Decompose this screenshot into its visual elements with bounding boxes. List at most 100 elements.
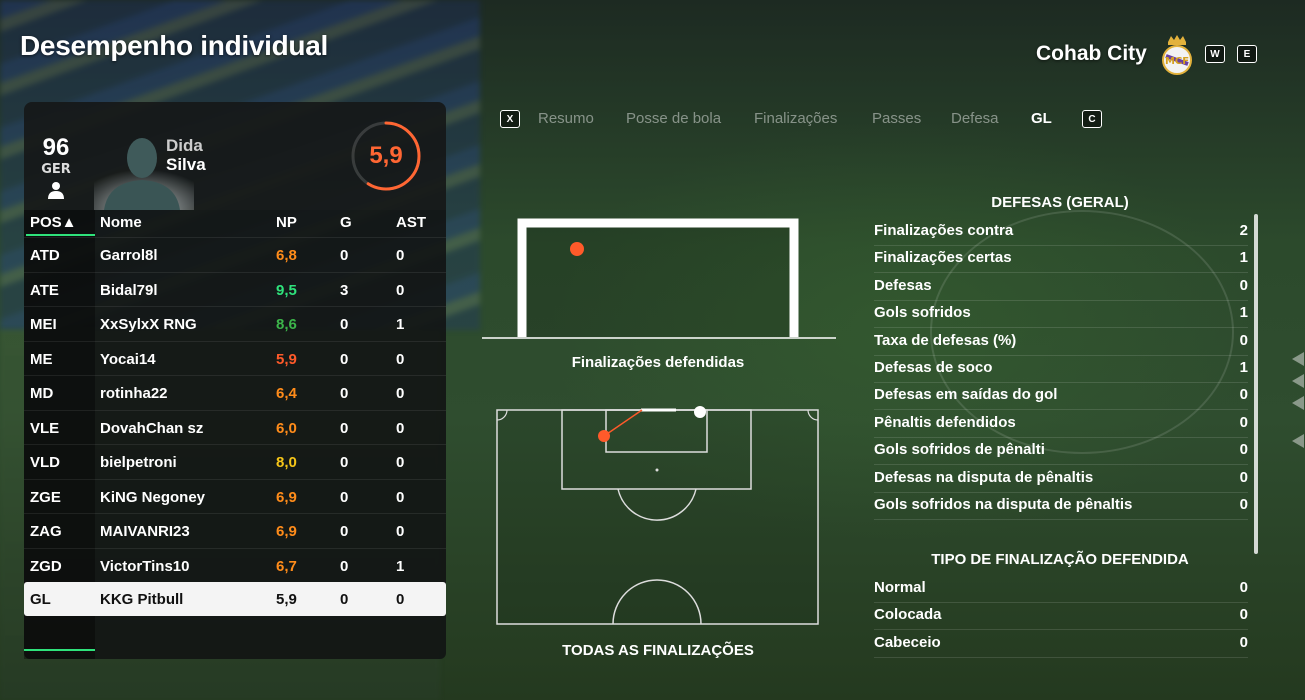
page-title: Desempenho individual [20,30,328,61]
tab-gl[interactable]: GL [1031,110,1052,127]
row-goals: 0 [340,557,349,575]
prev-team-key[interactable]: W [1205,45,1225,63]
stat-label: Finalizações certas [874,249,1012,267]
row-goals: 0 [340,454,349,471]
row-rating: 6,0 [276,419,297,437]
stat-label: Taxa de defesas (%) [874,331,1017,349]
table-row[interactable]: VLD bielpetroni 8,0 0 0 [24,444,446,479]
tab-defesa[interactable]: Defesa [951,110,999,127]
stat-row: Cabeceio 0 [874,630,1248,658]
table-row[interactable]: MEI XxSylxX RNG 8,6 0 1 [24,306,446,341]
stat-label: Defesas na disputa de pênaltis [874,468,1094,486]
stat-row: Defesas de soco 1 [874,355,1248,383]
table-row[interactable]: VLE DovahChan sz 6,0 0 0 [24,409,446,445]
row-pos: ME [30,350,53,368]
stat-row: Gols sofridos de pênalti 0 [874,437,1248,466]
stat-value: 0 [1239,468,1248,486]
stat-label: Colocada [874,606,942,624]
stat-label: Defesas [874,276,932,294]
table-header: POS▲ Nome NP G AST [24,210,446,236]
row-name: bielpetroni [100,454,177,471]
stat-value: 0 [1239,496,1248,513]
row-pos: ZGE [30,488,61,506]
player-last-name: Silva [166,155,206,174]
header-ast[interactable]: AST [396,214,426,231]
table-row[interactable]: ATD Garrol8l 6,8 0 0 [24,237,446,272]
pitch-shot-map [496,406,819,625]
row-rating: 6,9 [276,523,297,540]
player-first-name: Dida [166,136,203,155]
tab-passes[interactable]: Passes [872,110,921,127]
row-goals: 0 [340,419,349,437]
stats-scrollbar[interactable] [1254,214,1258,554]
stat-row: Gols sofridos 1 [874,300,1248,329]
header-g[interactable]: G [340,214,352,231]
stat-row: Pênaltis defendidos 0 [874,410,1248,438]
row-goals: 0 [340,247,349,264]
player-table: POS▲ Nome NP G AST ATD Garrol8l 6,8 0 0 ATE Bi… [24,210,446,659]
row-goals: 0 [340,488,349,506]
svg-text:MCF: MCF [1165,56,1189,67]
stat-label: Pênaltis defendidos [874,413,1016,431]
row-name: KiNG Negoney [100,488,206,506]
stat-row: Gols sofridos na disputa de pênaltis 0 [874,492,1248,520]
row-assists: 0 [396,350,405,368]
header-name[interactable]: Nome [100,214,142,231]
row-rating: 8,0 [276,454,297,471]
row-rating: 6,7 [276,557,297,575]
row-assists: 1 [396,557,405,575]
side-arrow-icon [1292,374,1304,388]
goal-frame-graphic [482,218,836,339]
stats-section-title-shot-type: TIPO DE FINALIZAÇÃO DEFENDIDA [931,551,1189,568]
row-name: rotinha22 [100,385,168,402]
row-assists: 0 [396,523,405,540]
table-row[interactable]: ME Yocai14 5,9 0 0 [24,340,446,376]
stat-row: Defesas 0 [874,273,1248,301]
row-goals: 0 [340,523,349,540]
row-rating: 8,6 [276,316,297,333]
row-pos: VLE [30,419,60,437]
stat-value: 0 [1239,386,1248,404]
player-position: GER [41,162,71,177]
row-pos: ATD [30,247,60,264]
stat-row: Finalizações contra 2 [874,218,1248,246]
stat-value: 0 [1239,606,1248,624]
row-rating: 9,5 [276,281,297,299]
saved-shots-label: Finalizações defendidas [571,354,745,371]
table-row[interactable]: MD rotinha22 6,4 0 0 [24,375,446,410]
row-rating: 5,9 [276,591,297,608]
shot-origin-marker [598,430,610,442]
tab-posse-de-bola[interactable]: Posse de bola [626,110,721,127]
tab-resumo[interactable]: Resumo [538,110,594,127]
tab-prev-key[interactable]: X [500,110,520,128]
next-team-key[interactable]: E [1237,45,1257,63]
row-pos: ATE [30,281,59,299]
team-crest-icon: MCF [1162,35,1192,75]
side-arrow-icon [1292,396,1304,410]
stat-label: Gols sofridos [874,304,971,322]
shot-origin-marker-2 [694,406,706,418]
row-name: MAIVANRI23 [100,523,190,540]
stat-value: 0 [1239,441,1248,459]
row-pos: MD [30,385,54,402]
table-row[interactable]: ZAG MAIVANRI23 6,9 0 0 [24,513,446,548]
saved-shot-marker [570,242,584,256]
table-row[interactable]: ZGE KiNG Negoney 6,9 0 0 [24,478,446,514]
stat-row: Defesas em saídas do gol 0 [874,382,1248,411]
table-row[interactable]: ZGD VictorTins10 6,7 0 1 [24,547,446,583]
header-pos[interactable]: POS▲ [30,214,77,231]
player-card: 96 GER Dida Silva 5,9 [24,102,446,210]
stat-row: Finalizações certas 1 [874,245,1248,274]
stat-value: 1 [1239,359,1248,376]
row-goals: 3 [340,281,349,299]
table-row[interactable]: ATE Bidal79l 9,5 3 0 [24,271,446,307]
header-np[interactable]: NP [276,214,306,231]
stat-value: 2 [1239,222,1248,239]
team-name: Cohab City [1036,42,1147,65]
side-arrow-icon [1292,434,1304,448]
table-row-selected[interactable]: GL KKG Pitbull 5,9 0 0 [24,582,446,616]
side-arrow-icon [1292,352,1304,366]
row-pos: MEI [30,316,57,333]
tab-next-key[interactable]: C [1082,110,1102,128]
tab-finalizacoes[interactable]: Finalizações [754,110,837,127]
